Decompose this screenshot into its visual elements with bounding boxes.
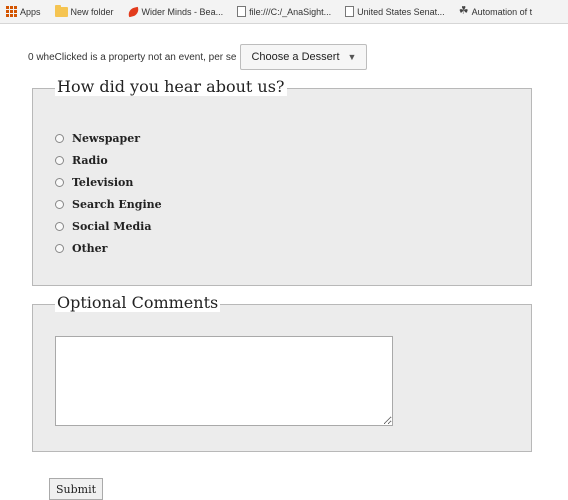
option-label: Other — [72, 241, 108, 255]
radio-button[interactable] — [55, 177, 64, 187]
comments-textarea[interactable] — [55, 336, 393, 426]
option-label: Radio — [72, 153, 108, 167]
dessert-select[interactable]: Choose a Dessert ▼ — [240, 44, 368, 70]
intro-text: 0 wheClicked is a property not an event,… — [28, 51, 237, 63]
bookmark-new-folder[interactable]: New folder — [51, 4, 118, 17]
option-label: Social Media — [72, 219, 152, 233]
option-social-media[interactable]: Social Media — [55, 215, 162, 237]
radio-button[interactable] — [55, 155, 64, 165]
option-other[interactable]: Other — [55, 237, 162, 259]
bookmark-label: file:///C:/_AnaSight... — [249, 6, 332, 17]
automation-icon: ☘ — [458, 5, 469, 17]
comments-legend: Optional Comments — [55, 293, 221, 312]
option-television[interactable]: Television — [55, 171, 162, 193]
bookmark-label: Apps — [20, 6, 41, 17]
option-search-engine[interactable]: Search Engine — [55, 193, 162, 215]
apps-icon — [6, 6, 17, 17]
intro-row: 0 wheClicked is a property not an event,… — [28, 44, 368, 70]
bookmark-apps[interactable]: Apps — [2, 6, 45, 17]
chevron-down-icon: ▼ — [347, 52, 357, 62]
bookmark-label: United States Senat... — [357, 6, 445, 17]
page-icon — [345, 6, 355, 17]
bookmark-label: Wider Minds - Bea... — [141, 6, 224, 17]
option-label: Search Engine — [72, 197, 162, 211]
radio-button[interactable] — [55, 243, 64, 253]
dessert-select-label: Choose a Dessert — [251, 51, 340, 63]
bookmark-wider-minds[interactable]: Wider Minds - Bea... — [124, 6, 228, 17]
bookmark-label: Automation of t — [471, 6, 533, 17]
bookmark-us-senate[interactable]: United States Senat... — [341, 6, 449, 17]
survey-options: Newspaper Radio Television Search Engine… — [55, 127, 162, 259]
option-radio[interactable]: Radio — [55, 149, 162, 171]
bookmark-label: New folder — [70, 6, 114, 17]
comments-fieldset: Optional Comments — [32, 293, 532, 452]
radio-button[interactable] — [55, 133, 64, 143]
survey-fieldset: How did you hear about us? Newspaper Rad… — [32, 77, 532, 286]
bookmarks-bar: Apps New folder Wider Minds - Bea... fil… — [0, 0, 568, 24]
bookmark-file-anasight[interactable]: file:///C:/_AnaSight... — [233, 6, 335, 17]
leaf-icon — [126, 6, 140, 17]
bookmark-automation[interactable]: ☘ Automation of t — [455, 6, 536, 17]
option-label: Television — [72, 175, 134, 189]
option-label: Newspaper — [72, 131, 141, 145]
folder-icon — [54, 4, 68, 17]
radio-button[interactable] — [55, 221, 64, 231]
page-icon — [237, 6, 247, 17]
option-newspaper[interactable]: Newspaper — [55, 127, 162, 149]
submit-button[interactable]: Submit — [49, 478, 104, 500]
survey-legend: How did you hear about us? — [55, 77, 287, 96]
radio-button[interactable] — [55, 199, 64, 209]
